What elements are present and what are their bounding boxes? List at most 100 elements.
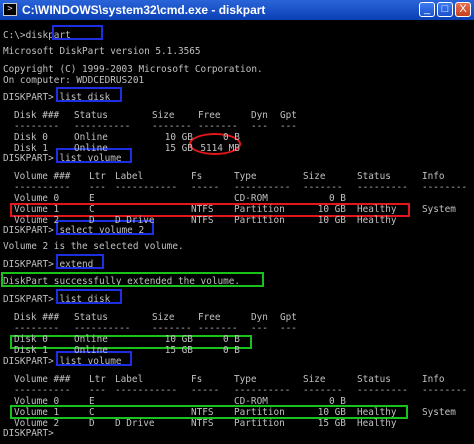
disk-table-1-header-cell: Size — [152, 110, 175, 121]
disk-table-2-cell-disk: Disk 1 — [14, 345, 48, 356]
disk-table-2-cell-status: Online — [74, 345, 108, 356]
copyright-line: Copyright (C) 1999-2003 Microsoft Corpor… — [3, 64, 263, 75]
minimize-button[interactable]: _ — [419, 2, 435, 17]
volume-table-2-separator-cell: ------- — [303, 385, 343, 396]
select-message: Volume 2 is the selected volume. — [3, 241, 184, 252]
volume-table-2-cell-type: CD-ROM — [234, 396, 268, 407]
volume-table-2-cell-size: 0 B — [329, 396, 346, 407]
volume-table-1-cell-vol: Volume 2 — [14, 215, 60, 226]
disk-table-1-separator-cell: -------- — [14, 121, 60, 132]
disk-table-1-header-cell: Free — [198, 110, 221, 121]
disk-table-1-cell-free: 0 B — [223, 132, 240, 143]
volume-table-1-cell-ltr: D — [89, 215, 95, 226]
volume-table-2-separator-cell: ---------- — [234, 385, 291, 396]
volume-table-2-header-cell: Info — [422, 374, 445, 385]
disk-table-2-cell-size: 10 GB — [164, 334, 193, 345]
disk-table-2-separator-cell: -------- — [14, 323, 60, 334]
volume-table-2-cell-fs: NTFS — [191, 407, 214, 418]
disk-table-2-header-cell: Dyn — [251, 312, 268, 323]
computer-line: On computer: WDDCEDRUS201 — [3, 75, 145, 86]
disk-table-2-header-cell: Size — [152, 312, 175, 323]
disk-table-2-cell-disk: Disk 0 — [14, 334, 48, 345]
maximize-button[interactable]: □ — [437, 2, 453, 17]
disk-table-1-separator-cell: --- — [280, 121, 297, 132]
volume-table-2-header-cell: Label — [115, 374, 144, 385]
volume-table-2-separator-cell: --------- — [357, 385, 408, 396]
volume-table-1-cell-vol: Volume 1 — [14, 204, 60, 215]
volume-table-2-header-cell: Status — [357, 374, 391, 385]
volume-table-2-cell-ltr: E — [89, 396, 95, 407]
volume-table-1-separator-cell: ---------- — [234, 182, 291, 193]
volume-table-1-separator-cell: ----- — [191, 182, 220, 193]
disk-table-2-header-cell: Gpt — [280, 312, 297, 323]
volume-table-2-header-cell: Size — [303, 374, 326, 385]
volume-table-1-separator-cell: ------- — [303, 182, 343, 193]
highlight-list-disk-command-2 — [56, 289, 122, 304]
volume-table-1-header-cell: Volume ### — [14, 171, 71, 182]
volume-table-2-cell-type: Partition — [234, 418, 285, 429]
volume-table-2-header-cell: Fs — [191, 374, 203, 385]
cmd-icon: > — [3, 3, 17, 16]
disk-table-2-header-cell: Free — [198, 312, 221, 323]
disk-table-2-cell-status: Online — [74, 334, 108, 345]
disk-table-2-cell-free: 0 B — [223, 334, 240, 345]
highlight-extend-success — [1, 272, 264, 287]
disk-table-2-header-cell: Status — [74, 312, 108, 323]
window-controls: _ □ X — [419, 2, 471, 18]
disk-table-1-cell-disk: Disk 0 — [14, 132, 48, 143]
volume-table-2-separator-cell: --- — [89, 385, 106, 396]
volume-table-1-separator-cell: --- — [89, 182, 106, 193]
volume-table-1-separator-cell: -------- — [422, 182, 468, 193]
volume-table-2-cell-ltr: D — [89, 418, 95, 429]
volume-table-1-cell-label: D Drive — [115, 215, 155, 226]
highlight-extend-command — [56, 254, 104, 269]
volume-table-1-cell-status: Healthy — [357, 204, 397, 215]
disk-table-1-cell-status: Online — [74, 143, 108, 154]
version-line: Microsoft DiskPart version 5.1.3565 — [3, 46, 201, 57]
volume-table-2-cell-label: D Drive — [115, 418, 155, 429]
volume-table-1-cell-ltr: C — [89, 204, 95, 215]
title-bar[interactable]: > C:\WINDOWS\system32\cmd.exe - diskpart… — [0, 0, 474, 21]
volume-table-2-separator-cell: ---------- — [14, 385, 71, 396]
volume-table-2-cell-fs: NTFS — [191, 418, 214, 429]
disk-table-1-header-cell: Dyn — [251, 110, 268, 121]
volume-table-1-cell-type: Partition — [234, 204, 285, 215]
volume-table-2-separator-cell: ----- — [191, 385, 220, 396]
volume-table-1-cell-size: 10 GB — [317, 215, 346, 226]
volume-table-2-header-cell: Volume ### — [14, 374, 71, 385]
volume-table-1-header-cell: Ltr — [89, 171, 106, 182]
disk-table-2-header-cell: Disk ### — [14, 312, 60, 323]
highlight-list-disk-command — [56, 87, 122, 102]
disk-table-1-header-cell: Status — [74, 110, 108, 121]
volume-table-2-separator-cell: -------- — [422, 385, 468, 396]
final-prompt: DISKPART> — [3, 428, 54, 439]
volume-table-1-cell-type: Partition — [234, 215, 285, 226]
volume-table-1-cell-ltr: E — [89, 193, 95, 204]
volume-table-1-header-cell: Label — [115, 171, 144, 182]
volume-table-1-cell-type: CD-ROM — [234, 193, 268, 204]
volume-table-1-cell-status: Healthy — [357, 215, 397, 226]
disk-table-1-separator-cell: ------- — [198, 121, 238, 132]
disk-table-1-header-cell: Gpt — [280, 110, 297, 121]
close-button[interactable]: X — [455, 2, 471, 17]
volume-table-2-cell-type: Partition — [234, 407, 285, 418]
volume-table-2-cell-vol: Volume 0 — [14, 396, 60, 407]
disk-table-1-header-cell: Disk ### — [14, 110, 60, 121]
volume-table-2-cell-size: 15 GB — [317, 418, 346, 429]
volume-table-1-cell-fs: NTFS — [191, 204, 214, 215]
volume-table-1-cell-size: 0 B — [329, 193, 346, 204]
volume-table-1-cell-vol: Volume 0 — [14, 193, 60, 204]
volume-table-1-cell-fs: NTFS — [191, 215, 214, 226]
disk-table-1-cell-free: 5114 MB — [200, 143, 240, 154]
disk-table-1-separator-cell: --- — [251, 121, 268, 132]
volume-table-2-cell-status: Healthy — [357, 407, 397, 418]
disk-table-1-cell-status: Online — [74, 132, 108, 143]
volume-table-1-cell-size: 10 GB — [317, 204, 346, 215]
console-output[interactable]: C:\>diskpart Microsoft DiskPart version … — [0, 20, 474, 444]
volume-table-1-header-cell: Fs — [191, 171, 203, 182]
volume-table-2-separator-cell: ----------- — [115, 385, 178, 396]
volume-table-2-cell-size: 10 GB — [317, 407, 346, 418]
volume-table-2-cell-vol: Volume 1 — [14, 407, 60, 418]
window-title: C:\WINDOWS\system32\cmd.exe - diskpart — [22, 3, 266, 17]
disk-table-2-separator-cell: ---------- — [74, 323, 131, 334]
